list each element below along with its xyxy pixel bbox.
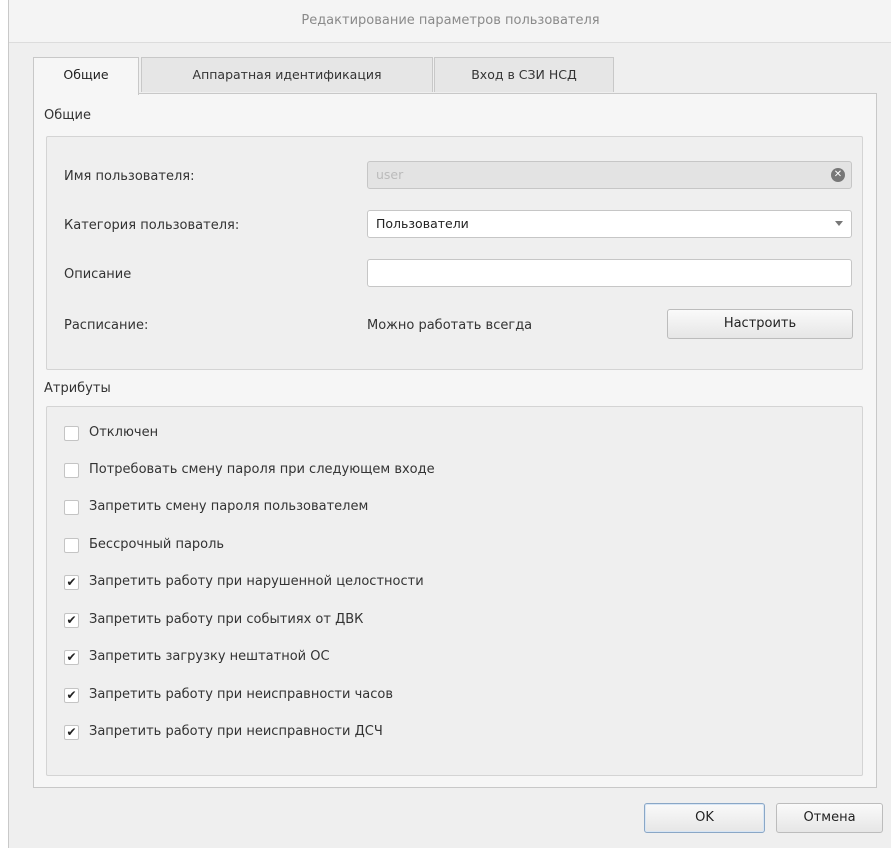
general-groupbox: Имя пользователя: user ✕ Категория польз… — [46, 136, 863, 370]
checkbox-label: Запретить работу при событиях от ДВК — [89, 612, 364, 627]
schedule-value: Можно работать всегда — [367, 318, 533, 333]
checkbox-label: Запретить работу при нарушенной целостно… — [89, 574, 424, 589]
tab-login-szi-nsd[interactable]: Вход в СЗИ НСД — [434, 57, 614, 92]
checkmark-icon[interactable]: ✔ — [64, 688, 79, 703]
attributes-section-title: Атрибуты — [44, 381, 111, 396]
tab-panel-general: Общие Имя пользователя: user ✕ Категория… — [33, 93, 877, 788]
tab-hardware-identification[interactable]: Аппаратная идентификация — [141, 57, 433, 92]
checkbox-box[interactable] — [64, 463, 79, 478]
checkbox-label: Запретить смену пароля пользователем — [89, 499, 369, 514]
description-label: Описание — [64, 267, 132, 282]
checkbox-label: Бессрочный пароль — [89, 537, 225, 552]
username-value: user — [376, 167, 404, 182]
checkbox-label: Запретить работу при неисправности часов — [89, 687, 393, 702]
username-field[interactable]: user ✕ — [367, 161, 852, 189]
description-field[interactable] — [367, 259, 852, 287]
attributes-groupbox: Отключен Потребовать смену пароля при сл… — [46, 406, 863, 776]
checkbox-box[interactable] — [64, 538, 79, 553]
general-section-title: Общие — [44, 108, 91, 123]
checkmark-icon[interactable]: ✔ — [64, 650, 79, 665]
category-label: Категория пользователя: — [64, 218, 240, 233]
ok-button[interactable]: OK — [644, 803, 765, 833]
chevron-down-icon — [835, 221, 843, 226]
checkmark-icon[interactable]: ✔ — [64, 613, 79, 628]
checkbox-box[interactable] — [64, 426, 79, 441]
cancel-button[interactable]: Отмена — [776, 803, 883, 833]
checkbox-box[interactable] — [64, 500, 79, 515]
checkmark-icon[interactable]: ✔ — [64, 725, 79, 740]
schedule-label: Расписание: — [64, 318, 149, 333]
clear-icon[interactable]: ✕ — [831, 168, 845, 182]
checkbox-label: Запретить работу при неисправности ДСЧ — [89, 724, 383, 739]
checkmark-icon[interactable]: ✔ — [64, 575, 79, 590]
category-value: Пользователи — [376, 216, 469, 231]
dialog-window: Редактирование параметров пользователя О… — [8, 0, 891, 848]
category-select[interactable]: Пользователи — [367, 210, 852, 238]
checkbox-label: Отключен — [89, 425, 159, 440]
tab-general[interactable]: Общие — [33, 57, 139, 95]
configure-schedule-button[interactable]: Настроить — [667, 309, 853, 339]
username-label: Имя пользователя: — [64, 169, 195, 184]
checkbox-label: Запретить загрузку нештатной ОС — [89, 649, 330, 664]
checkbox-label: Потребовать смену пароля при следующем в… — [89, 462, 435, 477]
window-title: Редактирование параметров пользователя — [9, 0, 891, 43]
